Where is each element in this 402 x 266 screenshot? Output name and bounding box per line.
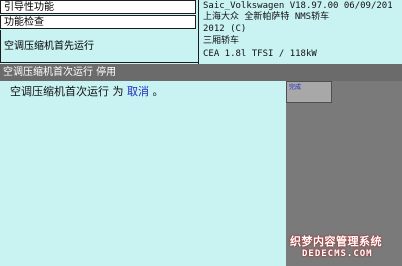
message-suffix: 。	[149, 85, 164, 98]
cancel-link[interactable]: 取消	[127, 85, 149, 98]
software-version: Saic_Volkswagen V18.97.00 06/09/201	[203, 1, 393, 11]
current-function-label: 空调压缩机首先运行	[0, 30, 198, 63]
vehicle-brand-model: 上海大众 全新帕萨特 NMS轿车	[203, 12, 330, 22]
main-content-area: 空调压缩机首次运行 为 取消 。	[0, 81, 286, 266]
breadcrumb-function-check[interactable]: 功能检查	[0, 15, 196, 29]
engine-code: CEA 1.8l TFSI / 118kW	[203, 49, 317, 59]
vehicle-body-type: 三厢轿车	[203, 36, 240, 46]
function-status-bar: 空调压缩机首次运行 停用	[0, 64, 402, 81]
status-message: 空调压缩机首次运行 为 取消 。	[10, 85, 164, 99]
watermark-text: 织梦内容管理系统	[290, 235, 382, 248]
function-path-panel: 引导性功能 功能检查 空调压缩机首先运行	[0, 0, 198, 64]
message-prefix: 空调压缩机首次运行 为	[10, 85, 127, 98]
finish-button[interactable]: 完成	[286, 81, 332, 103]
vehicle-info-panel: Saic_Volkswagen V18.97.00 06/09/201 上海大众…	[198, 0, 402, 64]
watermark-url: DEDECMS.COM	[302, 249, 373, 259]
vehicle-model-year: 2012 (C)	[203, 24, 247, 34]
breadcrumb-guided-functions[interactable]: 引导性功能	[0, 0, 196, 14]
